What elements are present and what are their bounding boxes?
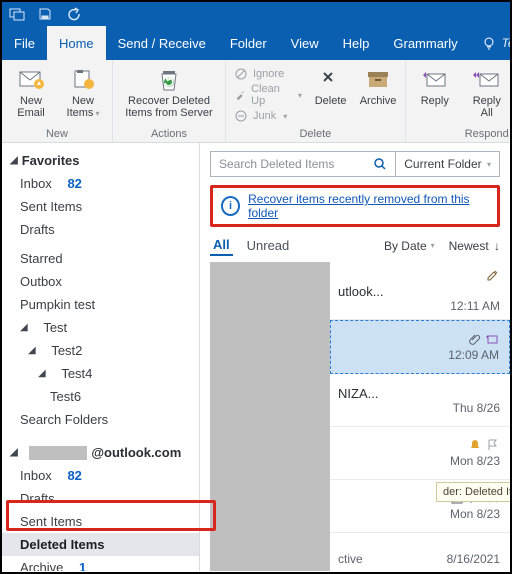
ignore-icon bbox=[234, 67, 248, 81]
redacted-text bbox=[29, 446, 87, 460]
tell-me-label: Tell me wh bbox=[502, 36, 512, 50]
message-item[interactable]: ctive 8/16/2021 bbox=[330, 533, 510, 571]
ribbon-group-label: New bbox=[8, 127, 106, 142]
message-list: utlook... 12:11 AM 12:09 AM NIZA... Thu … bbox=[210, 262, 510, 571]
message-item[interactable]: Mon 8/23 bbox=[330, 427, 510, 480]
reply-button[interactable]: Reply bbox=[412, 63, 458, 107]
folder-drafts-2[interactable]: Drafts bbox=[2, 487, 199, 510]
account-header[interactable]: ◢ @outlook.com bbox=[2, 441, 199, 464]
message-item[interactable]: utlook... 12:11 AM bbox=[330, 262, 510, 320]
folder-deleted-items[interactable]: Deleted Items bbox=[2, 533, 199, 556]
folder-sent-items-2[interactable]: Sent Items bbox=[2, 510, 199, 533]
folder-drafts[interactable]: Drafts bbox=[2, 218, 199, 241]
undo-icon[interactable] bbox=[64, 5, 82, 23]
search-placeholder: Search Deleted Items bbox=[219, 157, 334, 171]
tab-help[interactable]: Help bbox=[331, 26, 382, 60]
tell-me-search[interactable]: Tell me wh bbox=[470, 26, 512, 60]
tab-file[interactable]: File bbox=[2, 26, 47, 60]
message-subject: ctive bbox=[338, 552, 363, 566]
folder-test[interactable]: ◢ Test bbox=[2, 316, 199, 339]
tab-folder[interactable]: Folder bbox=[218, 26, 279, 60]
ribbon-group-delete: Ignore Clean Up▾ Junk▾ Delete bbox=[226, 60, 406, 142]
calendar-icon bbox=[450, 491, 464, 505]
recover-items-banner: i Recover items recently removed from th… bbox=[210, 185, 500, 227]
ribbon-group-new: New Email New Items▾ New bbox=[2, 60, 113, 142]
ribbon-tabs: File Home Send / Receive Folder View Hel… bbox=[2, 26, 510, 60]
message-item[interactable]: der: Deleted Items Mon 8/23 bbox=[330, 480, 510, 533]
folder-archive[interactable]: Archive 1 bbox=[2, 556, 199, 571]
message-list-pane: Search Deleted Items Current Folder ▾ i … bbox=[200, 143, 510, 571]
message-time: 8/16/2021 bbox=[447, 552, 500, 566]
bell-icon bbox=[468, 438, 482, 452]
message-time: 12:09 AM bbox=[448, 348, 499, 362]
flag-icon bbox=[486, 438, 500, 452]
message-item[interactable]: 12:09 AM bbox=[330, 320, 510, 374]
ribbon-group-actions: Recover Deleted Items from Server Action… bbox=[113, 60, 226, 142]
folder-pane: ◢Favorites Inbox 82 Sent Items Drafts St… bbox=[2, 143, 200, 571]
recover-deleted-button[interactable]: Recover Deleted Items from Server bbox=[119, 63, 219, 119]
ribbon-group-label: Delete bbox=[232, 127, 399, 142]
message-subject: NIZA... bbox=[338, 386, 500, 401]
filter-all[interactable]: All bbox=[210, 235, 233, 256]
ribbon-group-respond: Reply Reply All Forward Respond bbox=[406, 60, 512, 142]
favorites-header[interactable]: ◢Favorites bbox=[2, 149, 199, 172]
sort-by-date[interactable]: By Date▾ bbox=[384, 239, 435, 253]
close-icon[interactable] bbox=[486, 491, 500, 505]
folder-pumpkin-test[interactable]: Pumpkin test bbox=[2, 293, 199, 316]
recover-items-link[interactable]: Recover items recently removed from this… bbox=[248, 192, 489, 220]
search-input[interactable]: Search Deleted Items bbox=[210, 151, 396, 177]
chevron-down-icon: ▾ bbox=[487, 160, 491, 169]
message-time: Thu 8/26 bbox=[453, 401, 500, 415]
message-time: 12:11 AM bbox=[450, 299, 500, 313]
reply-icon bbox=[485, 332, 499, 346]
info-icon: i bbox=[221, 196, 240, 216]
new-items-button[interactable]: New Items▾ bbox=[60, 63, 106, 120]
search-folders[interactable]: Search Folders bbox=[2, 408, 199, 431]
title-bar bbox=[2, 2, 510, 26]
sort-newest[interactable]: Newest ↓ bbox=[449, 239, 500, 253]
save-icon[interactable] bbox=[36, 5, 54, 23]
cleanup-button[interactable]: Clean Up▾ bbox=[232, 85, 304, 105]
ignore-button[interactable]: Ignore bbox=[232, 64, 304, 84]
flag-icon bbox=[468, 491, 482, 505]
tab-grammarly[interactable]: Grammarly bbox=[381, 26, 469, 60]
junk-icon bbox=[234, 109, 248, 123]
filter-row: All Unread By Date▾ Newest ↓ bbox=[210, 235, 500, 256]
edit-icon bbox=[486, 268, 500, 282]
tab-view[interactable]: View bbox=[279, 26, 331, 60]
collapse-icon: ◢ bbox=[10, 155, 18, 166]
folder-test2[interactable]: ◢ Test2 bbox=[2, 339, 199, 362]
redacted-column bbox=[210, 262, 330, 571]
folder-sent-items[interactable]: Sent Items bbox=[2, 195, 199, 218]
new-email-button[interactable]: New Email bbox=[8, 63, 54, 119]
delete-button[interactable]: Delete bbox=[310, 63, 351, 107]
folder-starred[interactable]: Starred bbox=[2, 247, 199, 270]
search-icon[interactable] bbox=[373, 157, 387, 171]
archive-button[interactable]: Archive bbox=[357, 63, 398, 107]
folder-test4[interactable]: ◢ Test4 bbox=[2, 362, 199, 385]
junk-button[interactable]: Junk▾ bbox=[232, 106, 304, 126]
message-item[interactable]: NIZA... Thu 8/26 bbox=[330, 374, 510, 427]
reply-all-button[interactable]: Reply All bbox=[464, 63, 510, 119]
broom-icon bbox=[234, 88, 246, 102]
folder-outbox[interactable]: Outbox bbox=[2, 270, 199, 293]
filter-unread[interactable]: Unread bbox=[247, 238, 290, 253]
folder-inbox-2[interactable]: Inbox 82 bbox=[2, 464, 199, 487]
ribbon-group-label: Respond bbox=[412, 127, 512, 142]
ribbon-group-label: Actions bbox=[119, 127, 219, 142]
folder-inbox[interactable]: Inbox 82 bbox=[2, 172, 199, 195]
tab-send-receive[interactable]: Send / Receive bbox=[106, 26, 218, 60]
attachment-icon bbox=[467, 332, 481, 346]
lightbulb-icon bbox=[482, 36, 496, 50]
window-icon bbox=[8, 5, 26, 23]
chevron-down-icon: ▾ bbox=[95, 109, 99, 118]
message-subject: utlook... bbox=[338, 284, 500, 299]
tab-home[interactable]: Home bbox=[47, 26, 106, 60]
search-scope-dropdown[interactable]: Current Folder ▾ bbox=[396, 151, 500, 177]
message-time: Mon 8/23 bbox=[450, 507, 500, 521]
ribbon: New Email New Items▾ New Recover Deleted… bbox=[2, 60, 510, 143]
message-time: Mon 8/23 bbox=[450, 454, 500, 468]
folder-test6[interactable]: Test6 bbox=[2, 385, 199, 408]
